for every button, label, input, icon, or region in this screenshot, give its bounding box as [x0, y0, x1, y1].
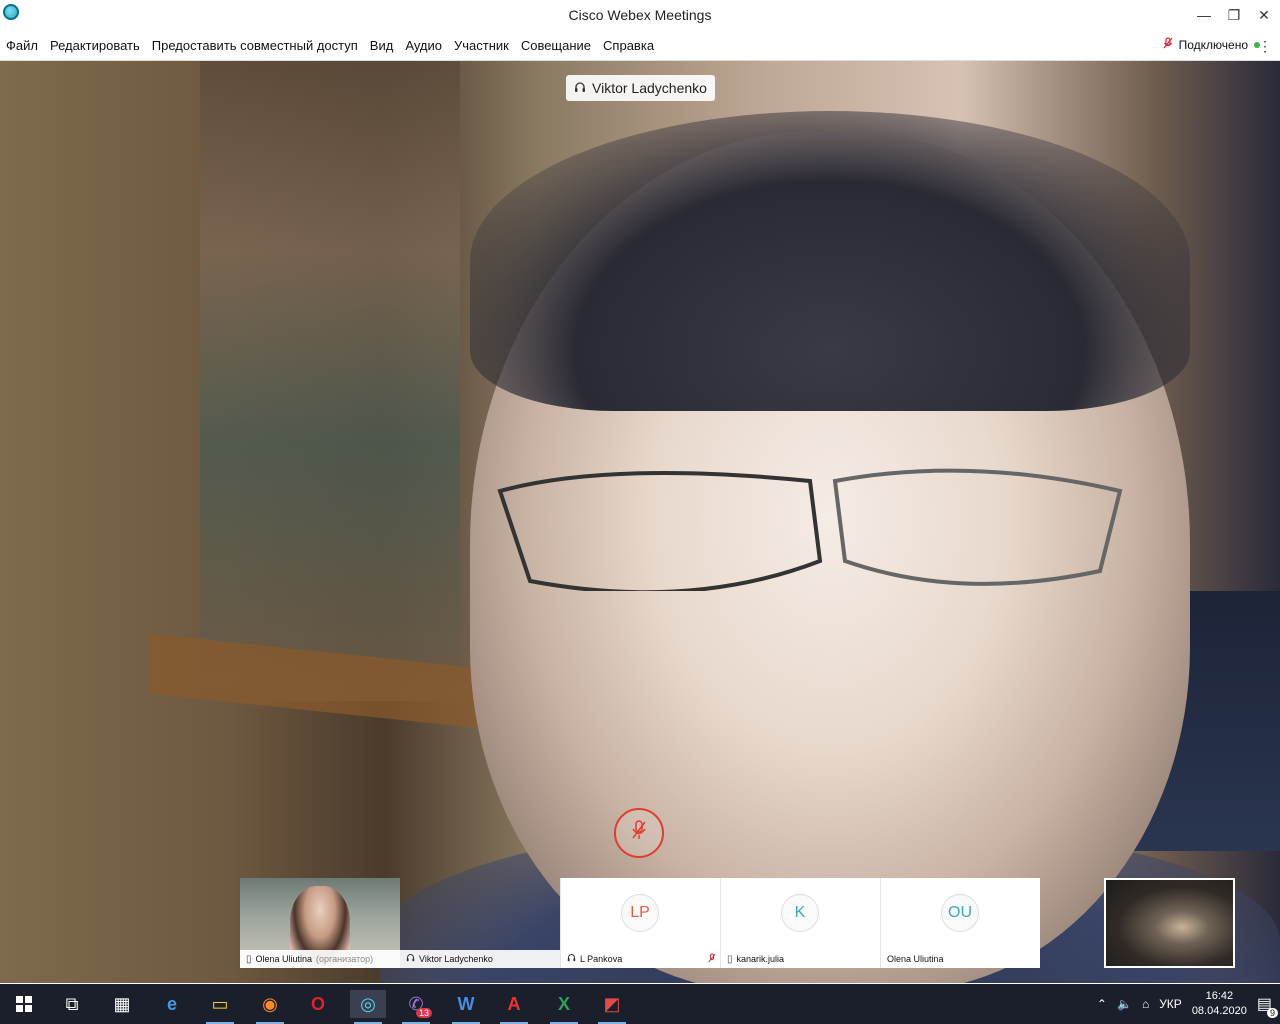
- menu-edit[interactable]: Редактировать: [50, 38, 140, 53]
- edge-app-icon[interactable]: e: [154, 990, 190, 1018]
- mic-muted-icon: [1163, 37, 1173, 52]
- participant-name: kanarik.julia: [736, 954, 785, 964]
- connection-status: Подключено: [1163, 37, 1260, 52]
- participant-name: Olena Uliutina: [887, 954, 944, 964]
- self-view-video[interactable]: [1104, 878, 1235, 968]
- menu-bar: Файл Редактировать Предоставить совместн…: [0, 32, 1280, 61]
- mic-muted-icon: [708, 953, 716, 966]
- background-shelf: [200, 61, 460, 701]
- headset-icon: [567, 953, 576, 965]
- participant-name: Olena Uliutina: [255, 954, 313, 964]
- self-view-feed: [1106, 880, 1233, 966]
- system-tray: ⌃ 🔈 ⌂ УКР 16:42 08.04.2020 ▤ 9: [1097, 984, 1278, 1024]
- menu-view[interactable]: Вид: [370, 38, 394, 53]
- speaker-hair: [470, 111, 1190, 411]
- phone-icon: ▯: [246, 953, 252, 965]
- calculator-app-icon[interactable]: ▦: [104, 990, 140, 1018]
- clock-time: 16:42: [1205, 990, 1234, 1002]
- participant-thumbnail[interactable]: K ▯ kanarik.julia: [720, 878, 880, 968]
- volume-icon[interactable]: 🔈: [1117, 997, 1132, 1011]
- unread-badge: 13: [415, 1008, 432, 1018]
- menu-list: Файл Редактировать Предоставить совместн…: [6, 38, 654, 53]
- start-button[interactable]: [6, 990, 42, 1018]
- firefox-app-icon[interactable]: ◉: [252, 990, 288, 1024]
- action-center-button[interactable]: ▤ 9: [1257, 994, 1278, 1018]
- participant-label: ▯ kanarik.julia: [721, 950, 880, 968]
- participant-avatar: K: [781, 894, 819, 932]
- word-app-icon[interactable]: W: [448, 990, 484, 1024]
- active-speaker-name: Viktor Ladychenko: [592, 80, 707, 96]
- participant-thumbnail[interactable]: ▯ Olena Uliutina (организатор): [240, 878, 400, 968]
- speaker-glasses: [497, 468, 1123, 591]
- viber-app-icon[interactable]: ✆ 13: [398, 990, 434, 1024]
- webex-app-icon[interactable]: ◎: [350, 990, 386, 1024]
- mic-muted-icon: [630, 819, 648, 847]
- acrobat-app-icon[interactable]: A: [496, 990, 532, 1024]
- participant-thumbnail[interactable]: OU Olena Uliutina: [880, 878, 1040, 968]
- language-indicator[interactable]: УКР: [1159, 997, 1182, 1011]
- phone-icon: ▯: [727, 953, 733, 965]
- clock-date: 08.04.2020: [1191, 1005, 1247, 1017]
- participant-label: ▯ Olena Uliutina (организатор): [240, 950, 400, 968]
- participant-role: (организатор): [316, 954, 374, 964]
- menu-share[interactable]: Предоставить совместный доступ: [152, 38, 358, 53]
- participant-label: Olena Uliutina: [881, 950, 1040, 968]
- active-speaker-tag: Viktor Ladychenko: [566, 75, 715, 101]
- windows-taskbar: ⧉ ▦ e ▭ ◉ O ◎ ✆ 13 W A X ◩ ⌃ 🔈 ⌂ УКР 16:…: [0, 984, 1280, 1024]
- participant-label: Viktor Ladychenko: [400, 950, 560, 968]
- close-button[interactable]: ✕: [1250, 4, 1278, 26]
- menu-audio[interactable]: Аудио: [405, 38, 442, 53]
- participant-name: Viktor Ladychenko: [419, 954, 493, 964]
- menu-meeting[interactable]: Совещание: [521, 38, 591, 53]
- chevron-up-icon[interactable]: ⌃: [1097, 997, 1107, 1011]
- participant-avatar: LP: [621, 894, 659, 932]
- file-explorer-app-icon[interactable]: ▭: [202, 990, 238, 1024]
- title-bar: Cisco Webex Meetings — ❐ ✕: [0, 0, 1280, 32]
- chart-app-icon[interactable]: ◩: [594, 990, 630, 1024]
- minimize-button[interactable]: —: [1190, 4, 1218, 26]
- excel-app-icon[interactable]: X: [546, 990, 582, 1024]
- participant-thumbnail[interactable]: LP L Pankova: [560, 878, 720, 968]
- connection-status-label: Подключено: [1178, 37, 1248, 52]
- participant-avatar: OU: [941, 894, 979, 932]
- headset-icon: [406, 953, 415, 965]
- headset-icon: [574, 80, 586, 96]
- notification-count: 9: [1266, 1008, 1278, 1018]
- network-icon[interactable]: ⌂: [1142, 997, 1149, 1011]
- mute-toggle-button[interactable]: [614, 808, 664, 858]
- menu-help[interactable]: Справка: [603, 38, 654, 53]
- opera-app-icon[interactable]: O: [300, 990, 336, 1018]
- task-view-button[interactable]: ⧉: [54, 990, 90, 1018]
- menu-file[interactable]: Файл: [6, 38, 38, 53]
- restore-button[interactable]: ❐: [1220, 4, 1248, 26]
- menu-participant[interactable]: Участник: [454, 38, 509, 53]
- more-options-icon[interactable]: ⋮: [1258, 38, 1272, 55]
- clock[interactable]: 16:42 08.04.2020: [1192, 989, 1247, 1019]
- window-title: Cisco Webex Meetings: [568, 7, 712, 23]
- participant-label: L Pankova: [561, 950, 720, 968]
- participant-thumbnail[interactable]: Viktor Ladychenko: [400, 878, 560, 968]
- participant-name: L Pankova: [580, 954, 623, 964]
